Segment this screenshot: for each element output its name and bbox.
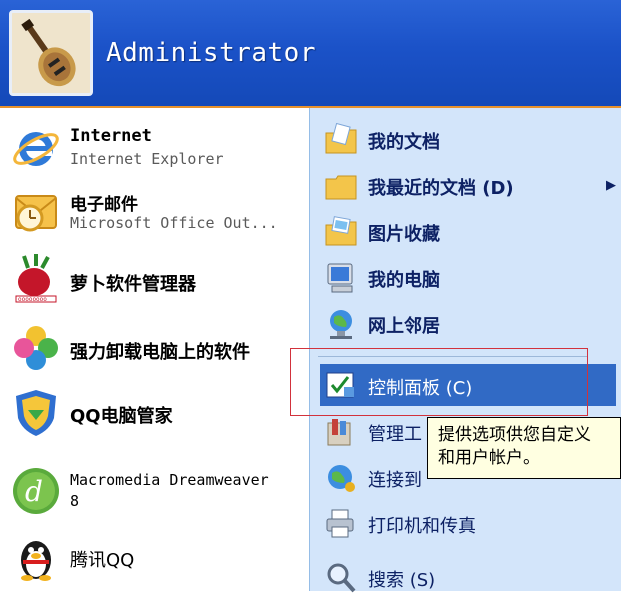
program-title: 电子邮件 [70,195,138,215]
pinned-programs-pane: Internet Internet Explorer 电子邮件 Microsof… [0,108,309,591]
outlook-clock-icon [15,195,57,232]
qq-penguin-icon [21,541,51,581]
menu-label: 我的文档 [368,132,440,153]
menu-search[interactable]: 搜索 (S) [320,556,616,598]
menu-label: 我最近的文档 (D) [368,178,514,199]
computer-icon [327,263,353,293]
program-title: Internet [70,126,152,146]
menu-label: 搜索 (S) [368,570,436,591]
program-title: 强力卸载电脑上的软件 [70,342,250,363]
program-subtitle: Microsoft Office Out... [70,214,278,232]
printer-icon [326,509,354,538]
radish-icon: oooooooo [15,254,57,303]
connect-globe-icon [328,465,355,492]
tooltip-line-1: 提供选项供您自定义 [438,425,591,445]
dreamweaver-icon: d [13,468,59,514]
program-qq-pc-manager[interactable]: QQ电脑管家 [8,384,304,440]
user-name: Administrator [106,38,316,68]
menu-label: 网上邻居 [368,316,440,337]
program-title: Macromedia Dreamweaver [70,471,269,489]
documents-folder-icon [325,123,357,154]
program-title: 萝卜软件管理器 [70,274,196,295]
program-tencent-qq[interactable]: 腾讯QQ [8,528,304,584]
menu-my-documents[interactable]: 我的文档 [320,118,616,160]
colorful-petals-icon [14,326,58,370]
search-magnifier-icon [327,563,356,593]
menu-label: 管理工 [368,424,422,445]
menu-network-places[interactable]: 网上邻居 [320,302,616,344]
program-radish-manager[interactable]: oooooooo 萝卜软件管理器 [8,252,304,308]
menu-label: 连接到 [368,470,422,491]
program-title: QQ电脑管家 [70,406,173,427]
submenu-arrow-icon: ▶ [606,178,616,193]
svg-text:oooooooo: oooooooo [18,296,47,303]
shield-icon [16,390,56,436]
program-dreamweaver[interactable]: d Macromedia Dreamweaver 8 [8,463,304,519]
menu-label: 打印机和传真 [368,516,476,537]
menu-printers-faxes[interactable]: 打印机和传真 [320,502,616,544]
program-subtitle: Internet Explorer [70,150,224,168]
network-globe-icon [330,310,352,339]
menu-label: 我的电脑 [368,270,440,291]
program-internet-explorer[interactable]: Internet Internet Explorer [8,120,304,176]
svg-text:d: d [25,475,43,508]
annotation-highlight-box [290,348,588,416]
program-title-version: 8 [70,492,80,510]
start-menu-header: Administrator [0,0,621,108]
pictures-folder-icon [325,216,357,246]
program-title: 腾讯QQ [70,550,135,571]
menu-label: 图片收藏 [368,224,440,245]
menu-my-pictures[interactable]: 图片收藏 [320,210,616,252]
internet-explorer-icon [13,132,59,166]
tooltip-line-2: 和用户帐户。 [438,448,540,468]
menu-recent-documents[interactable]: 我最近的文档 (D) ▶ [320,164,616,206]
program-uninstaller[interactable]: 强力卸载电脑上的软件 [8,320,304,376]
user-avatar-guitar-icon[interactable] [9,10,93,96]
control-panel-tooltip: 提供选项供您自定义 和用户帐户。 [427,417,621,479]
folder-icon [325,175,357,200]
admin-tools-icon [327,419,351,446]
menu-my-computer[interactable]: 我的电脑 [320,256,616,298]
program-email[interactable]: 电子邮件 Microsoft Office Out... [8,184,304,240]
